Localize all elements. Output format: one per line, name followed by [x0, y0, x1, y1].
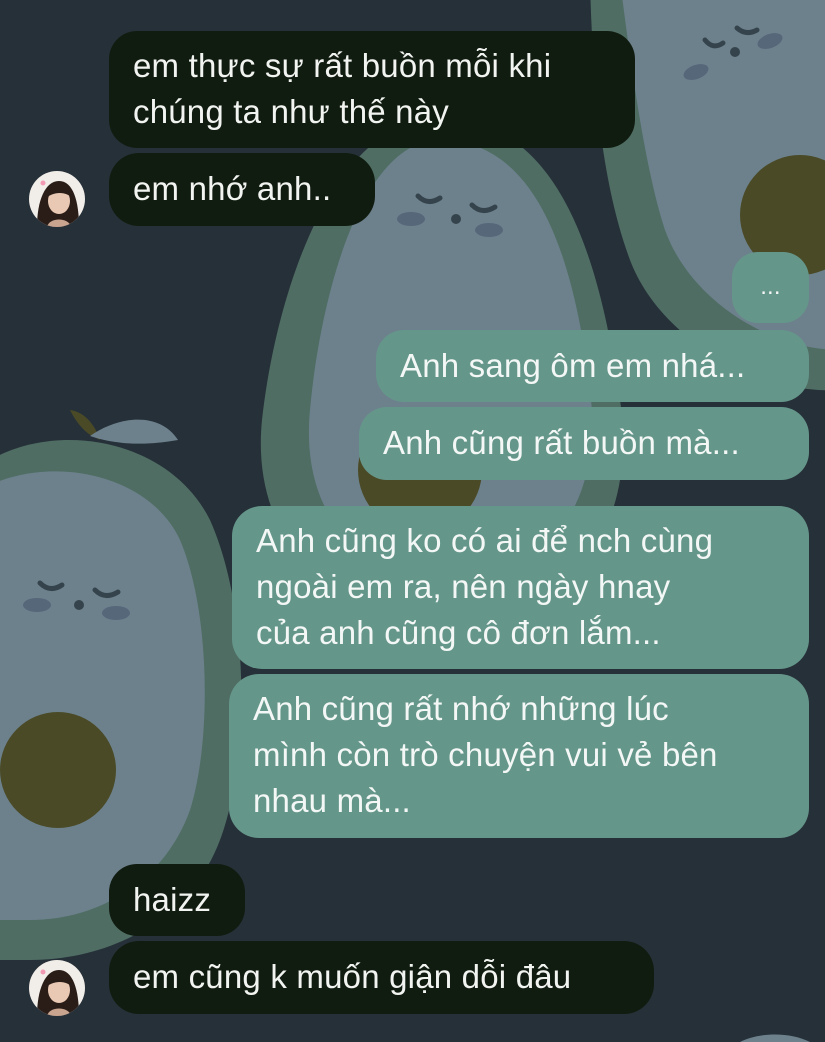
- message-incoming[interactable]: em cũng k muốn giận dỗi đâu: [109, 941, 654, 1014]
- contact-avatar-icon: [29, 171, 85, 227]
- message-incoming[interactable]: em nhớ anh..: [109, 153, 375, 226]
- message-incoming[interactable]: em thực sự rất buồn mỗi khi chúng ta như…: [109, 31, 635, 148]
- contact-avatar-icon: [29, 960, 85, 1016]
- message-outgoing[interactable]: Anh cũng rất nhớ những lúc mình còn trò …: [229, 674, 809, 838]
- avatar[interactable]: [29, 171, 85, 227]
- avatar[interactable]: [29, 960, 85, 1016]
- message-outgoing[interactable]: Anh sang ôm em nhá...: [376, 330, 809, 402]
- message-outgoing[interactable]: Anh cũng ko có ai để nch cùng ngoài em r…: [232, 506, 809, 669]
- message-incoming[interactable]: haizz: [109, 864, 245, 936]
- message-outgoing[interactable]: Anh cũng rất buồn mà...: [359, 407, 809, 480]
- message-outgoing[interactable]: ...: [732, 252, 809, 323]
